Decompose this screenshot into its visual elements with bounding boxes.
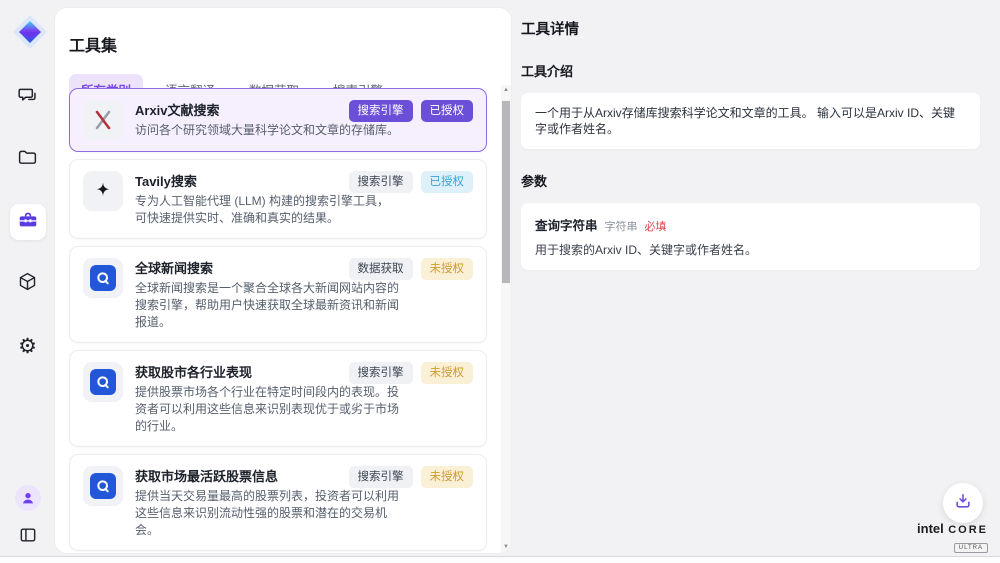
param-description: 用于搜索的Arxiv ID、关键字或作者姓名。 <box>535 241 966 258</box>
scrollbar[interactable]: ▲ ▼ <box>501 85 511 552</box>
core-wordmark: CORE <box>948 524 988 536</box>
sidebar-item-tools[interactable] <box>10 204 46 240</box>
detail-title: 工具详情 <box>521 18 980 39</box>
param-required-badge: 必填 <box>645 218 667 234</box>
tool-list-panel: 工具集 所有类别语言翻译数据获取搜索引擎 Arxiv文献搜索 访问各个研究领域大… <box>55 8 511 553</box>
category-badge: 搜索引擎 <box>349 466 413 488</box>
download-button[interactable] <box>943 483 983 523</box>
settings-gear-icon: ⚙ <box>18 336 37 357</box>
tool-description: 提供当天交易量最高的股票列表，投资者可以利用这些信息来识别流动性强的股票和潜在的… <box>135 488 400 539</box>
tool-card[interactable]: 获取股市各行业表现 提供股票市场各个行业在特定时间段内的表现。投资者可以利用这些… <box>69 350 487 447</box>
sidebar-item-chat[interactable] <box>10 80 46 116</box>
param-type: 字符串 <box>605 218 638 234</box>
tool-card-list: Arxiv文献搜索 访问各个研究领域大量科学论文和文章的存储库。 搜索引擎 已授… <box>69 88 487 553</box>
auth-badge: 未授权 <box>421 466 474 488</box>
category-badge: 数据获取 <box>349 258 413 280</box>
tool-description: 专为人工智能代理 (LLM) 构建的搜索引擎工具，可快速提供实时、准确和真实的结… <box>135 193 400 227</box>
category-badge: 搜索引擎 <box>349 171 413 193</box>
param-name: 查询字符串 <box>535 215 598 234</box>
category-badge: 搜索引擎 <box>349 100 413 122</box>
chat-icon <box>17 85 38 111</box>
search-blue-icon <box>83 362 123 402</box>
search-blue-icon <box>83 466 123 506</box>
bottom-strip <box>0 557 1000 563</box>
params-section-title: 参数 <box>521 171 980 190</box>
param-box: 查询字符串 字符串 必填 用于搜索的Arxiv ID、关键字或作者姓名。 <box>521 203 980 270</box>
intro-section-title: 工具介绍 <box>521 61 980 80</box>
sidebar-item-settings[interactable]: ⚙ <box>10 328 46 364</box>
intel-wordmark: intel <box>917 521 944 536</box>
scroll-down-arrow[interactable]: ▼ <box>501 542 511 552</box>
auth-badge: 已授权 <box>421 100 474 122</box>
auth-badge: 已授权 <box>421 171 474 193</box>
app-logo <box>10 12 50 52</box>
tool-card[interactable]: 全球新闻搜索 全球新闻搜索是一个聚合全球各大新闻网站内容的搜索引擎，帮助用户快速… <box>69 246 487 343</box>
user-avatar[interactable] <box>15 485 41 511</box>
intro-text: 一个用于从Arxiv存储库搜索科学论文和文章的工具。 输入可以是Arxiv ID… <box>535 105 966 137</box>
tool-description: 访问各个研究领域大量科学论文和文章的存储库。 <box>135 122 399 139</box>
tool-card[interactable]: Tavily搜索 专为人工智能代理 (LLM) 构建的搜索引擎工具，可快速提供实… <box>69 159 487 239</box>
tool-detail-panel: 工具详情 工具介绍 一个用于从Arxiv存储库搜索科学论文和文章的工具。 输入可… <box>511 0 1000 563</box>
category-badge: 搜索引擎 <box>349 362 413 384</box>
tool-card[interactable]: Arxiv文献搜索 访问各个研究领域大量科学论文和文章的存储库。 搜索引擎 已授… <box>69 88 487 152</box>
panel-toggle-icon <box>18 525 38 550</box>
intro-box: 一个用于从Arxiv存储库搜索科学论文和文章的工具。 输入可以是Arxiv ID… <box>521 93 980 149</box>
auth-badge: 未授权 <box>421 258 474 280</box>
search-blue-icon <box>83 258 123 298</box>
panel-toggle-button[interactable] <box>14 523 42 551</box>
tool-description: 全球新闻搜索是一个聚合全球各大新闻网站内容的搜索引擎，帮助用户快速获取全球最新资… <box>135 280 400 331</box>
download-icon <box>953 491 973 516</box>
folder-icon <box>17 147 38 173</box>
toolbox-icon <box>17 209 39 236</box>
arxiv-icon <box>83 100 123 140</box>
ultra-badge: ULTRA <box>954 543 988 553</box>
tool-description: 提供股票市场各个行业在特定时间段内的表现。投资者可以利用这些信息来识别表现优于或… <box>135 384 400 435</box>
intel-core-logo: intel CORE ULTRA <box>917 521 988 553</box>
scroll-up-arrow[interactable]: ▲ <box>501 85 511 95</box>
sidebar-item-files[interactable] <box>10 142 46 178</box>
left-sidebar: ⚙ <box>0 0 55 563</box>
cube-icon <box>17 271 38 297</box>
scrollbar-thumb[interactable] <box>502 101 510 283</box>
sidebar-item-models[interactable] <box>10 266 46 302</box>
auth-badge: 未授权 <box>421 362 474 384</box>
page-title: 工具集 <box>69 32 511 56</box>
tool-card[interactable]: 获取市场最活跃股票信息 提供当天交易量最高的股票列表，投资者可以利用这些信息来识… <box>69 454 487 551</box>
sparkle-icon <box>83 171 123 211</box>
